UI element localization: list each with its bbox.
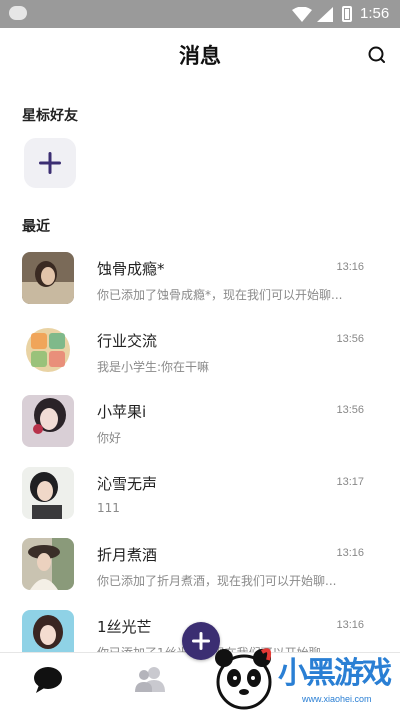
signal-icon [317, 7, 333, 22]
message-preview: 你已添加了蚀骨成瘾*，现在我们可以开始聊... [97, 288, 343, 302]
recent-section-label: 最近 [22, 219, 50, 235]
conversation-item[interactable]: 小苹果i 13:56 你好 [0, 389, 400, 461]
conversation-item[interactable]: 蚀骨成瘾* 13:16 你已添加了蚀骨成瘾*，现在我们可以开始聊... [0, 246, 400, 318]
contact-name: 沁雪无声 [97, 474, 158, 493]
avatar [22, 323, 74, 376]
starred-section-label: 星标好友 [22, 108, 78, 124]
battery-icon [342, 6, 352, 22]
message-time: 13:56 [336, 332, 364, 345]
contact-name: 小苹果i [97, 403, 147, 421]
message-preview: 你已添加了折月煮酒，现在我们可以开始聊... [97, 574, 337, 588]
watermark-url: www.xiaohei.com [302, 694, 372, 704]
page-title: 消息 [179, 44, 221, 68]
watermark-text: 小黑游戏 [278, 656, 392, 691]
header: 消息 [0, 28, 400, 82]
plus-icon [39, 152, 61, 174]
chat-icon[interactable] [32, 665, 64, 695]
conversation-item[interactable]: 沁雪无声 13:17 111 [0, 461, 400, 533]
message-time: 13:56 [336, 404, 364, 416]
conversation-item[interactable]: 折月煮酒 13:16 你已添加了折月煮酒，现在我们可以开始聊... [0, 532, 400, 604]
watermark: 小黑游戏 www.xiaohei.com [206, 642, 400, 710]
avatar [22, 395, 74, 447]
contact-name: 蚀骨成瘾* [97, 260, 165, 278]
avatar [22, 538, 74, 590]
search-icon[interactable] [366, 44, 388, 66]
notification-icon [9, 6, 27, 20]
avatar [22, 252, 74, 304]
contact-name: 1丝光芒 [97, 617, 152, 636]
avatar [22, 466, 74, 519]
message-time: 13:16 [336, 618, 364, 631]
add-starred-friend-button[interactable] [24, 138, 76, 188]
wifi-icon [292, 7, 312, 22]
message-preview: 我是小学生:你在干嘛 [97, 359, 210, 374]
message-time: 13:16 [336, 547, 364, 559]
status-time: 1:56 [360, 5, 390, 22]
contact-name: 行业交流 [97, 331, 158, 350]
status-bar: 1:56 [0, 0, 400, 28]
contacts-icon[interactable] [133, 665, 167, 693]
message-time: 13:17 [336, 475, 364, 488]
message-preview: 你好 [97, 431, 122, 445]
message-preview: 111 [97, 500, 120, 515]
conversation-item[interactable]: 行业交流 13:56 我是小学生:你在干嘛 [0, 318, 400, 390]
message-time: 13:16 [336, 261, 364, 273]
conversation-list: 蚀骨成瘾* 13:16 你已添加了蚀骨成瘾*，现在我们可以开始聊... 行业交流… [0, 246, 400, 675]
contact-name: 折月煮酒 [97, 546, 158, 564]
